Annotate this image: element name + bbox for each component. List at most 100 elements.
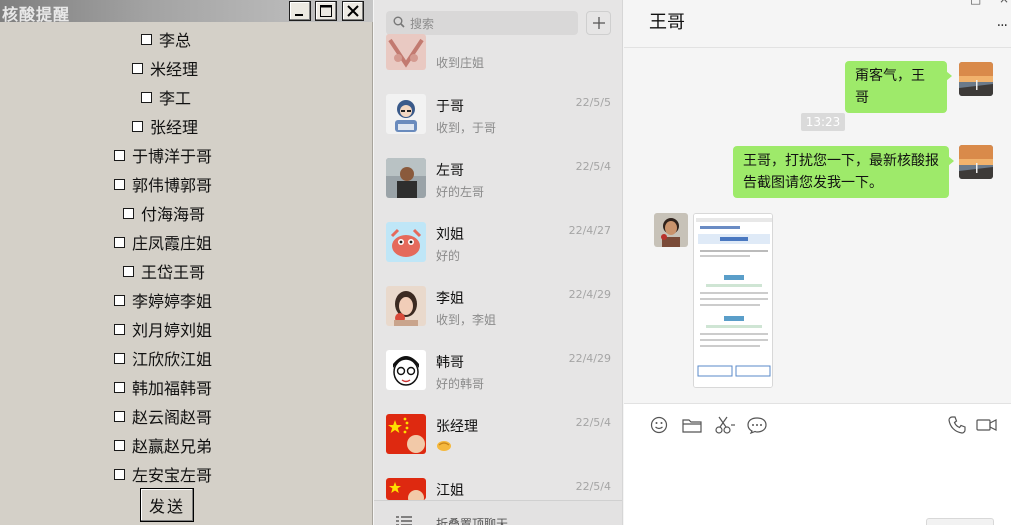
chat-list-item[interactable]: 左哥 好的左哥 22/5/4 xyxy=(374,146,622,210)
contact-checkbox-row[interactable]: 韩加福韩哥 xyxy=(114,376,212,398)
chat-list-item[interactable]: 李姐 收到，李姐 22/4/29 xyxy=(374,274,622,338)
contact-label: 王岱王哥 xyxy=(141,263,206,282)
contact-label: 江欣欣江姐 xyxy=(132,350,213,369)
checkbox[interactable] xyxy=(141,33,152,45)
checkbox[interactable] xyxy=(132,120,143,132)
chat-preview: 好的韩哥 xyxy=(436,377,485,391)
avatar xyxy=(386,350,426,390)
chat-date: 22/4/29 xyxy=(568,288,611,301)
my-avatar[interactable] xyxy=(959,62,993,96)
my-message-bubble[interactable]: 王哥，打扰您一下，最新核酸报告截图请您发我一下。 xyxy=(733,146,954,198)
contact-label: 赵赢赵兄弟 xyxy=(132,437,213,456)
chat-list-item[interactable]: 韩哥 好的韩哥 22/4/29 xyxy=(374,338,622,402)
chat-preview: 收到，于哥 xyxy=(436,121,497,135)
contact-checkbox-row[interactable]: 王岱王哥 xyxy=(123,260,205,282)
chat-date: 22/4/27 xyxy=(568,224,611,237)
chat-date: 22/4/29 xyxy=(568,352,611,365)
checkbox[interactable] xyxy=(114,352,125,364)
plus-icon xyxy=(592,17,605,29)
chat-name: 江姐 xyxy=(436,483,464,499)
minimize-icon[interactable]: — xyxy=(904,0,916,6)
chat-preview: 收到庄姐 xyxy=(436,56,485,70)
contact-checkbox-row[interactable]: 米经理 xyxy=(132,57,198,79)
conversation-panel: — □ × 王哥 ··· 甭客气，王哥 13:23 王哥，打扰您一下，最新核酸报… xyxy=(624,0,1011,525)
avatar xyxy=(386,158,426,198)
contact-checkbox-row[interactable]: 江欣欣江姐 xyxy=(114,347,212,369)
checkbox[interactable] xyxy=(141,91,152,103)
contact-avatar[interactable] xyxy=(654,213,688,247)
checkbox[interactable] xyxy=(114,468,125,480)
voice-call-icon[interactable] xyxy=(948,416,966,434)
chat-name: 于哥 xyxy=(436,99,464,115)
chat-name: 韩哥 xyxy=(436,355,464,371)
folder-icon[interactable] xyxy=(682,416,702,434)
contact-label: 韩加福韩哥 xyxy=(132,379,213,398)
contact-checkbox-row[interactable]: 李工 xyxy=(141,86,191,108)
contact-label: 付海海哥 xyxy=(141,205,206,224)
chat-name: 张经理 xyxy=(436,419,478,435)
contact-checkbox-row[interactable]: 刘月婷刘姐 xyxy=(114,318,212,340)
checkbox[interactable] xyxy=(114,410,125,422)
checkbox[interactable] xyxy=(132,62,143,74)
chat-list-panel: 搜索 收到庄姐 于哥 收到，于哥 22/5/5 左哥 好的左哥 22/5/4 刘… xyxy=(374,0,623,525)
contact-label: 刘月婷刘姐 xyxy=(132,321,213,340)
message-composer[interactable] xyxy=(624,403,1011,525)
contact-checkbox-row[interactable]: 郭伟博郭哥 xyxy=(114,173,212,195)
more-options-icon[interactable]: ··· xyxy=(997,18,1008,34)
video-call-icon[interactable] xyxy=(976,416,998,434)
checkbox[interactable] xyxy=(114,323,125,335)
close-icon[interactable]: × xyxy=(999,0,1009,6)
contact-label: 米经理 xyxy=(150,60,199,79)
chat-list-item[interactable]: 张经理 22/5/4 xyxy=(374,402,622,466)
maximize-icon[interactable]: □ xyxy=(970,0,981,6)
checkbox[interactable] xyxy=(114,439,125,451)
chat-preview: 收到，李姐 xyxy=(436,313,497,327)
my-message-bubble[interactable]: 甭客气，王哥 xyxy=(845,61,952,113)
checkbox[interactable] xyxy=(114,381,125,393)
contact-checkbox-row[interactable]: 李总 xyxy=(141,28,191,50)
conversation-header: — □ × 王哥 ··· xyxy=(624,0,1011,48)
screenshot-scissors-icon[interactable] xyxy=(714,416,736,434)
contact-label: 于博洋于哥 xyxy=(132,147,213,166)
maximize-icon xyxy=(320,5,332,17)
search-placeholder: 搜索 xyxy=(410,17,435,31)
checkbox[interactable] xyxy=(114,294,125,306)
nucleic-reminder-window: 核酸提醒 李总 米经理 李工 张经理 于博洋于哥 郭伟博郭哥 付海海哥 庄凤霞庄… xyxy=(0,0,373,525)
contact-checkbox-row[interactable]: 李婷婷李姐 xyxy=(114,289,212,311)
window-title: 核酸提醒 xyxy=(2,5,71,24)
avatar xyxy=(386,286,426,326)
checkbox[interactable] xyxy=(123,207,134,219)
contact-checkbox-row[interactable]: 张经理 xyxy=(132,115,198,137)
send-button[interactable]: 发送 xyxy=(140,488,194,522)
contact-label: 左安宝左哥 xyxy=(132,466,213,485)
contact-checkbox-row[interactable]: 左安宝左哥 xyxy=(114,463,212,485)
chat-preview: 好的左哥 xyxy=(436,185,485,199)
add-contact-button[interactable] xyxy=(586,11,611,35)
chat-list-item[interactable]: 于哥 收到，于哥 22/5/5 xyxy=(374,82,622,146)
minimize-icon xyxy=(295,14,303,16)
folded-pinned-chats[interactable]: 折叠置顶聊天 xyxy=(374,500,622,525)
contact-checkbox-row[interactable]: 于博洋于哥 xyxy=(114,144,212,166)
close-icon xyxy=(347,5,359,17)
checkbox[interactable] xyxy=(123,265,134,277)
avatar xyxy=(386,478,426,500)
list-icon xyxy=(396,516,412,525)
contact-checkbox-row[interactable]: 赵赢赵兄弟 xyxy=(114,434,212,456)
minimize-button[interactable] xyxy=(289,1,311,21)
chat-send-button[interactable] xyxy=(926,518,994,525)
checkbox[interactable] xyxy=(114,149,125,161)
contact-checkbox-row[interactable]: 庄凤霞庄姐 xyxy=(114,231,212,253)
close-button[interactable] xyxy=(342,1,364,21)
emoji-icon[interactable] xyxy=(650,416,668,434)
my-avatar[interactable] xyxy=(959,145,993,179)
contact-checkbox-row[interactable]: 付海海哥 xyxy=(123,202,205,224)
contact-checkbox-row[interactable]: 赵云阁赵哥 xyxy=(114,405,212,427)
checkbox[interactable] xyxy=(114,236,125,248)
chat-list-item[interactable]: 刘姐 好的 22/4/27 xyxy=(374,210,622,274)
report-screenshot-image[interactable] xyxy=(693,213,773,388)
chat-history-icon[interactable] xyxy=(747,416,767,434)
checkbox[interactable] xyxy=(114,178,125,190)
contact-label: 郭伟博郭哥 xyxy=(132,176,213,195)
maximize-button[interactable] xyxy=(315,1,337,21)
search-input[interactable]: 搜索 xyxy=(386,11,578,35)
